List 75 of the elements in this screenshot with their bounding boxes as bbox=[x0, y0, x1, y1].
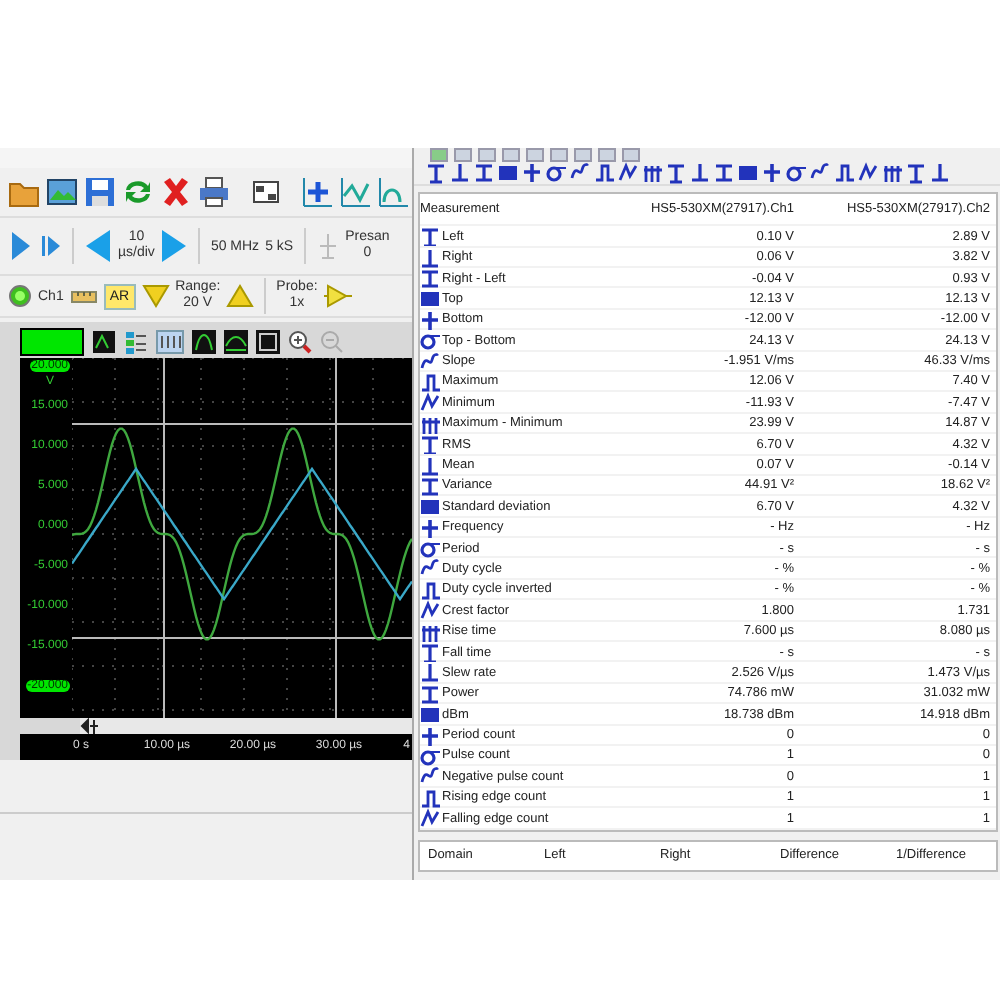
measurement-tool-icon[interactable] bbox=[426, 162, 446, 185]
measurement-icon bbox=[420, 330, 440, 351]
measurement-icon bbox=[420, 787, 440, 808]
image-save-icon[interactable] bbox=[46, 176, 78, 208]
measurement-tool-icon[interactable] bbox=[690, 162, 710, 185]
measurement-tool-icon[interactable] bbox=[834, 162, 854, 185]
measurement-icon bbox=[420, 309, 440, 330]
measurement-icon bbox=[420, 808, 440, 829]
measurement-icon bbox=[420, 496, 440, 517]
measurement-tool-icon[interactable] bbox=[762, 162, 782, 185]
measurement-icon bbox=[420, 642, 440, 663]
probe-icon[interactable] bbox=[323, 284, 352, 308]
measurement-tool-icon[interactable] bbox=[522, 162, 542, 185]
printer-icon[interactable] bbox=[198, 176, 230, 208]
measurement-icon bbox=[420, 226, 440, 247]
step-icon[interactable] bbox=[38, 230, 62, 262]
measurement-tool-icon[interactable] bbox=[714, 162, 734, 185]
wave-icon[interactable] bbox=[340, 176, 372, 208]
list-icon[interactable] bbox=[124, 330, 148, 354]
measurement-icon bbox=[420, 392, 440, 413]
measurement-tool-icon[interactable] bbox=[594, 162, 614, 185]
measurement-icon bbox=[420, 413, 440, 434]
measurement-icon bbox=[420, 434, 440, 455]
measurement-icon bbox=[420, 558, 440, 579]
measurement-tool-icon[interactable] bbox=[738, 162, 758, 185]
down-triangle-icon[interactable] bbox=[141, 284, 170, 308]
measurement-icon bbox=[420, 725, 440, 746]
measurement-icon bbox=[420, 351, 440, 372]
measurement-icon bbox=[420, 288, 440, 309]
waveform-view-icon[interactable] bbox=[224, 330, 248, 354]
measurement-tool-icon[interactable] bbox=[450, 162, 470, 185]
up-triangle-icon[interactable] bbox=[226, 284, 255, 308]
measurement-tool-icon[interactable] bbox=[546, 162, 566, 185]
measurement-icon bbox=[420, 455, 440, 476]
zoom-in-icon[interactable] bbox=[288, 330, 312, 354]
measurement-tool-icon[interactable] bbox=[642, 162, 662, 185]
measurement-tool-icon[interactable] bbox=[498, 162, 518, 185]
measurement-tool-icon[interactable] bbox=[906, 162, 926, 185]
channel-status-icon[interactable] bbox=[8, 284, 32, 308]
measurement-icon bbox=[420, 745, 440, 766]
measurement-icon bbox=[420, 538, 440, 559]
measurement-tool-icon[interactable] bbox=[858, 162, 878, 185]
measurement-icon bbox=[420, 662, 440, 683]
measurement-icon bbox=[420, 579, 440, 600]
measurement-icon bbox=[420, 517, 440, 538]
measurement-icon bbox=[420, 621, 440, 642]
plus-icon[interactable] bbox=[302, 176, 334, 208]
wave-icon[interactable] bbox=[378, 176, 410, 208]
measurement-tool-icon[interactable] bbox=[882, 162, 902, 185]
refresh-icon[interactable] bbox=[122, 176, 154, 208]
ruler-icon[interactable] bbox=[69, 288, 98, 304]
left-triangle-icon[interactable] bbox=[84, 228, 112, 264]
grid-icon[interactable] bbox=[156, 330, 184, 354]
measurement-tool-icon[interactable] bbox=[474, 162, 494, 185]
measurement-icon bbox=[420, 247, 440, 268]
measurement-icon bbox=[420, 371, 440, 392]
right-triangle-icon[interactable] bbox=[160, 228, 189, 264]
trigger-marker-icon[interactable] bbox=[80, 718, 100, 734]
measurement-icon bbox=[420, 475, 440, 496]
close-icon[interactable] bbox=[160, 176, 192, 208]
measurement-tool-icon[interactable] bbox=[930, 162, 950, 185]
measurement-icon bbox=[420, 683, 440, 704]
save-icon[interactable] bbox=[84, 176, 116, 208]
measurement-icon bbox=[420, 600, 440, 621]
measurement-icon bbox=[420, 766, 440, 787]
measurement-tool-icon[interactable] bbox=[786, 162, 806, 185]
waveform-view-icon[interactable] bbox=[192, 330, 216, 354]
window-icon[interactable] bbox=[250, 176, 282, 208]
measurement-tool-icon[interactable] bbox=[618, 162, 638, 185]
waveform-view-icon[interactable] bbox=[92, 330, 116, 354]
play-icon[interactable] bbox=[8, 230, 32, 262]
measurement-icon bbox=[420, 268, 440, 288]
measurement-icon bbox=[420, 704, 440, 725]
waveform-view-icon[interactable] bbox=[256, 330, 280, 354]
measurement-tool-icon[interactable] bbox=[666, 162, 686, 185]
